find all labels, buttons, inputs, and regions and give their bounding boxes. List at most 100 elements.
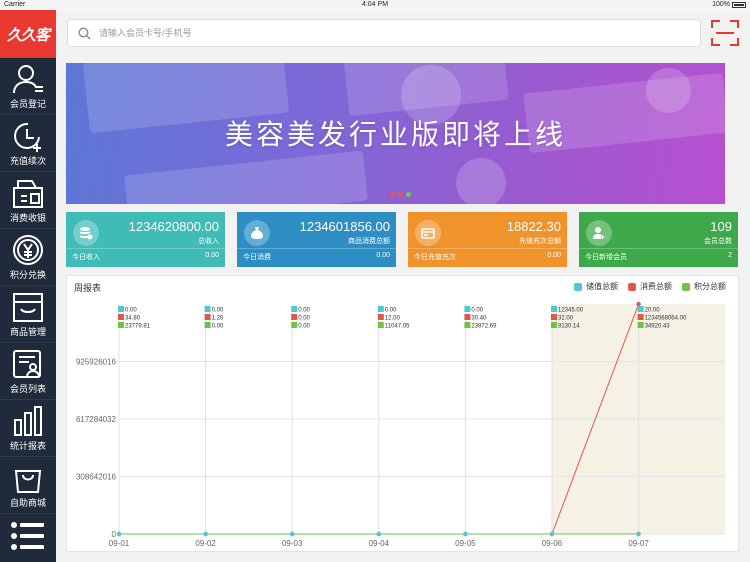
label-swatch: [377, 314, 384, 320]
data-label: 0.00: [212, 308, 224, 314]
y-tick-label: 0: [112, 530, 117, 539]
label-swatch: [637, 322, 644, 328]
data-label: 0.00: [298, 316, 310, 322]
carousel-dot[interactable]: [398, 192, 403, 197]
stat-label: 商品消费总额: [348, 238, 390, 245]
x-tick-label: 09-01: [109, 539, 130, 548]
data-point: [463, 531, 468, 537]
add-user-icon: [586, 220, 612, 246]
battery-indicator: 100%: [712, 1, 746, 8]
search-bar[interactable]: [67, 19, 701, 47]
data-label: 0.00: [385, 308, 397, 314]
x-tick-label: 09-04: [369, 539, 390, 548]
sidebar-item-reports[interactable]: 统计报表: [0, 400, 56, 457]
sidebar-item-mall[interactable]: 自助商城: [0, 457, 56, 514]
carousel-dot[interactable]: [390, 192, 395, 197]
stat-card-members[interactable]: 109 会员总数 今日新增会员 2: [579, 212, 738, 267]
data-label: 0.00: [212, 324, 224, 330]
label-swatch: [118, 322, 124, 328]
scan-button[interactable]: [710, 19, 740, 47]
stat-card-consumption[interactable]: 1234601856.00 商品消费总额 今日消费 0.00: [237, 212, 396, 267]
sidebar-item-recharge[interactable]: 充值续次: [0, 115, 56, 172]
label-swatch: [464, 322, 471, 328]
stat-card-total-income[interactable]: 1234620800.00 总收入 今日收入 0.00: [66, 212, 225, 267]
battery-percent: 100%: [712, 1, 730, 8]
y-tick-label: 308642016: [76, 473, 117, 482]
carousel-indicator[interactable]: [390, 192, 411, 197]
x-tick-label: 09-02: [195, 539, 216, 548]
clock-label: 4:04 PM: [361, 1, 389, 8]
label-swatch: [464, 314, 471, 320]
data-label: 1234568064.00: [645, 316, 687, 322]
stat-today-value: 0.00: [205, 252, 219, 259]
data-label: 11047.05: [385, 324, 410, 330]
x-tick-label: 09-03: [282, 539, 303, 548]
menu-list-icon: [11, 522, 44, 550]
data-point: [116, 531, 122, 537]
header: [56, 10, 750, 56]
sidebar: 久久客 会员登记 充值续次 消费收银 积分兑换 商品管理 会员列表 统计报表 自…: [0, 10, 56, 562]
sidebar-item-label: 自助商城: [9, 498, 46, 508]
user-register-icon: [13, 65, 43, 94]
search-input[interactable]: [99, 28, 659, 38]
data-label: 30.40: [471, 316, 487, 322]
menu-button[interactable]: [0, 510, 56, 562]
bar-chart-icon: [14, 406, 42, 436]
label-swatch: [551, 322, 557, 328]
label-swatch: [291, 322, 298, 328]
stat-card-recharge[interactable]: 18822.30 充值充次总额 今日充值充次 0.00: [408, 212, 567, 267]
data-point: [636, 301, 641, 307]
stat-today-value: 0.00: [376, 252, 390, 259]
data-label: 34.80: [125, 316, 141, 322]
stat-today-label: 今日充值充次: [414, 254, 456, 261]
shopping-bag-icon: [14, 470, 42, 493]
data-label: 34920.43: [645, 324, 671, 330]
banner-decoration: [124, 150, 368, 204]
member-list-icon: [13, 350, 41, 378]
stat-divider: [66, 248, 225, 249]
label-swatch: [204, 306, 211, 312]
card-icon: [415, 220, 441, 246]
sidebar-item-products[interactable]: 商品管理: [0, 286, 56, 343]
data-label: 0.00: [298, 308, 310, 314]
sidebar-item-label: 积分兑换: [9, 270, 46, 280]
y-tick-label: 617284032: [76, 415, 117, 424]
promo-banner[interactable]: 美容美发行业版即将上线: [66, 63, 725, 204]
cash-register-icon: [13, 180, 43, 208]
x-tick-label: 09-07: [628, 539, 649, 548]
data-label: 12345.00: [558, 308, 584, 314]
x-tick-label: 09-06: [542, 539, 563, 548]
shopping-basket-icon: [13, 293, 43, 322]
carousel-dot[interactable]: [406, 192, 411, 197]
data-label: 12.00: [385, 316, 401, 322]
data-point: [376, 531, 381, 537]
sidebar-item-checkout[interactable]: 消费收银: [0, 172, 56, 229]
data-label: 0.00: [125, 308, 137, 314]
data-label: 8130.14: [558, 324, 580, 330]
data-label: 1.20: [212, 316, 224, 322]
data-point: [290, 531, 295, 537]
sidebar-item-points[interactable]: 积分兑换: [0, 229, 56, 286]
battery-icon: [732, 1, 746, 8]
data-label: 23779.81: [125, 324, 151, 330]
money-bag-icon: [244, 220, 270, 246]
scan-icon: [711, 20, 739, 46]
stat-today-label: 今日新增会员: [585, 254, 627, 261]
stat-label: 会员总数: [704, 238, 732, 245]
stat-today-label: 今日收入: [72, 254, 100, 261]
stat-value: 1234601856.00: [299, 219, 390, 234]
stat-today-label: 今日消费: [243, 254, 271, 261]
stat-divider: [408, 248, 567, 249]
label-swatch: [551, 314, 557, 320]
logo-text: 久久客: [6, 26, 50, 44]
app-logo: 久久客: [0, 10, 56, 58]
label-swatch: [551, 306, 557, 312]
clock-plus-icon: [14, 122, 41, 152]
stat-divider: [579, 248, 738, 249]
label-swatch: [204, 314, 211, 320]
sidebar-item-members[interactable]: 会员列表: [0, 343, 56, 400]
sidebar-item-label: 会员登记: [9, 99, 46, 109]
stat-value: 18822.30: [506, 219, 561, 234]
sidebar-item-member-register[interactable]: 会员登记: [0, 58, 56, 115]
banner-headline: 美容美发行业版即将上线: [224, 119, 566, 150]
